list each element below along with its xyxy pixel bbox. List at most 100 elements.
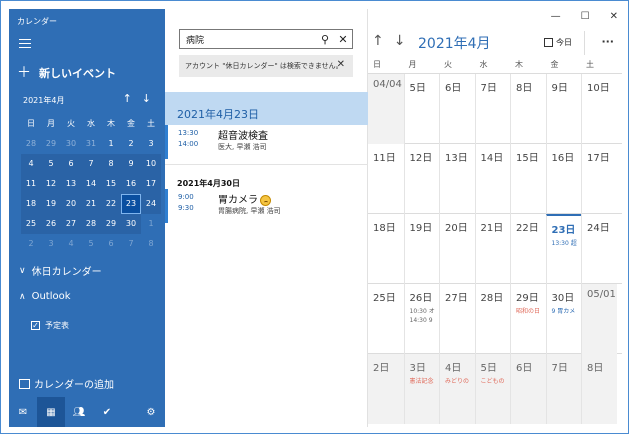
mini-day[interactable]: 1 xyxy=(101,134,121,154)
day-cell[interactable]: 25日 xyxy=(368,284,404,354)
day-cell[interactable]: 16日 xyxy=(545,144,582,214)
mini-day[interactable]: 23 xyxy=(121,194,141,214)
day-cell[interactable]: 7日 xyxy=(474,74,511,144)
mini-day[interactable]: 4 xyxy=(21,154,41,174)
day-cell[interactable]: 2日 xyxy=(368,354,404,424)
mini-day[interactable]: 2 xyxy=(21,234,41,254)
mini-day[interactable]: 11 xyxy=(21,174,41,194)
todo-icon[interactable]: ✔ xyxy=(93,397,121,427)
search-input[interactable]: 病院 xyxy=(186,33,316,46)
search-icon[interactable]: ⚲ xyxy=(316,33,334,46)
mini-day[interactable]: 4 xyxy=(61,234,81,254)
month-title[interactable]: 2021年4月 xyxy=(418,33,491,53)
day-cell[interactable]: 20日 xyxy=(439,214,475,284)
day-cell[interactable]: 21日 xyxy=(474,214,511,284)
mini-day[interactable]: 1 xyxy=(141,214,161,234)
mini-day[interactable]: 19 xyxy=(41,194,61,214)
mini-day[interactable]: 8 xyxy=(101,154,121,174)
mini-day[interactable]: 12 xyxy=(41,174,61,194)
day-cell[interactable]: 13日 xyxy=(439,144,475,214)
mini-day[interactable]: 28 xyxy=(21,134,41,154)
mini-day[interactable]: 3 xyxy=(141,134,161,154)
clear-search-icon[interactable]: ✕ xyxy=(334,33,352,46)
mini-day[interactable]: 5 xyxy=(41,154,61,174)
mini-day[interactable]: 22 xyxy=(101,194,121,214)
day-cell[interactable]: 30日 9 胃カメ xyxy=(545,284,582,354)
close-notice-icon[interactable]: ✕ xyxy=(337,59,345,70)
mini-day[interactable]: 3 xyxy=(41,234,61,254)
day-cell[interactable]: 28日 xyxy=(474,284,511,354)
mini-day[interactable]: 8 xyxy=(141,234,161,254)
today-button[interactable]: 今日 xyxy=(544,37,572,48)
calendar-checkbox[interactable]: ✓ 予定表 xyxy=(31,320,69,331)
day-event[interactable]: 憲法記念 xyxy=(410,376,440,385)
arrow-up-icon[interactable]: ↑ xyxy=(123,92,132,105)
search-box[interactable]: 病院 ⚲ ✕ xyxy=(179,29,353,49)
day-cell[interactable]: 15日 xyxy=(510,144,546,214)
day-event[interactable]: こどもの xyxy=(481,376,511,385)
maximize-icon[interactable]: ☐ xyxy=(581,11,590,22)
mini-day[interactable]: 25 xyxy=(21,214,41,234)
mini-day[interactable]: 5 xyxy=(81,234,101,254)
day-cell[interactable]: 3日 憲法記念 xyxy=(403,354,440,424)
day-cell[interactable]: 05/01 xyxy=(581,284,617,354)
mini-day[interactable]: 29 xyxy=(101,214,121,234)
search-result-event[interactable]: 9:00 9:30 胃カメラ 胃腸病院, 早瀬 浩司 xyxy=(165,189,368,223)
arrow-up-icon[interactable]: ↑ xyxy=(372,33,384,49)
mini-day[interactable]: 24 xyxy=(141,194,161,214)
day-cell[interactable]: 26日 10:30 オ 14:30 9 xyxy=(403,284,440,354)
day-cell[interactable]: 10日 xyxy=(581,74,617,144)
mini-day[interactable]: 29 xyxy=(41,134,61,154)
day-event[interactable]: 昭和の日 xyxy=(516,306,546,315)
day-cell[interactable]: 17日 xyxy=(581,144,617,214)
mail-icon[interactable]: ✉ xyxy=(9,397,37,427)
minimize-icon[interactable]: — xyxy=(551,11,561,22)
mini-day[interactable]: 16 xyxy=(121,174,141,194)
mini-day[interactable]: 2 xyxy=(121,134,141,154)
day-cell[interactable]: 9日 xyxy=(545,74,582,144)
day-cell[interactable]: 23日 13:30 超 xyxy=(545,214,582,284)
mini-day[interactable]: 7 xyxy=(121,234,141,254)
outlook-section[interactable]: ∧ Outlook xyxy=(19,291,71,302)
day-cell[interactable]: 14日 xyxy=(474,144,511,214)
mini-day[interactable]: 7 xyxy=(81,154,101,174)
mini-day[interactable]: 14 xyxy=(81,174,101,194)
day-cell[interactable]: 7日 xyxy=(545,354,581,424)
day-event[interactable]: 9 胃カメ xyxy=(552,306,582,315)
mini-day[interactable]: 27 xyxy=(61,214,81,234)
day-cell[interactable]: 8日 xyxy=(581,354,617,424)
mini-day[interactable]: 13 xyxy=(61,174,81,194)
people-icon[interactable]: 👥︎ xyxy=(65,397,93,427)
mini-day[interactable]: 18 xyxy=(21,194,41,214)
mini-calendar-month[interactable]: 2021年4月 xyxy=(23,95,64,106)
mini-day[interactable]: 31 xyxy=(81,134,101,154)
mini-day[interactable]: 26 xyxy=(41,214,61,234)
day-cell[interactable]: 24日 xyxy=(581,214,617,284)
day-cell[interactable]: 5日 xyxy=(403,74,440,144)
day-cell[interactable]: 19日 xyxy=(403,214,440,284)
day-cell[interactable]: 12日 xyxy=(403,144,440,214)
day-cell[interactable]: 29日 昭和の日 xyxy=(510,284,546,354)
holiday-calendar-section[interactable]: ∨ 休日カレンダー xyxy=(19,263,102,279)
day-cell[interactable]: 22日 xyxy=(510,214,546,284)
mini-day[interactable]: 20 xyxy=(61,194,81,214)
hamburger-menu-icon[interactable] xyxy=(19,39,31,49)
day-cell[interactable]: 4日 みどりの xyxy=(439,354,475,424)
day-event[interactable]: 14:30 9 xyxy=(410,317,440,324)
mini-day[interactable]: 6 xyxy=(101,234,121,254)
mini-day[interactable]: 30 xyxy=(121,214,141,234)
search-result-event[interactable]: 13:30 14:00 超音波検査 医大, 早瀬 浩司 xyxy=(165,125,368,159)
more-options-icon[interactable]: ··· xyxy=(601,35,614,48)
mini-day[interactable]: 21 xyxy=(81,194,101,214)
day-cell[interactable]: 11日 xyxy=(368,144,404,214)
day-cell[interactable]: 8日 xyxy=(510,74,546,144)
day-cell[interactable]: 18日 xyxy=(368,214,404,284)
mini-day[interactable]: 9 xyxy=(121,154,141,174)
mini-day[interactable]: 10 xyxy=(141,154,161,174)
close-icon[interactable]: ✕ xyxy=(610,11,618,22)
day-event[interactable]: 10:30 オ xyxy=(410,306,440,315)
mini-day[interactable]: 17 xyxy=(141,174,161,194)
day-event[interactable]: 13:30 超 xyxy=(552,238,582,247)
day-cell[interactable]: 27日 xyxy=(439,284,475,354)
mini-day[interactable]: 6 xyxy=(61,154,81,174)
